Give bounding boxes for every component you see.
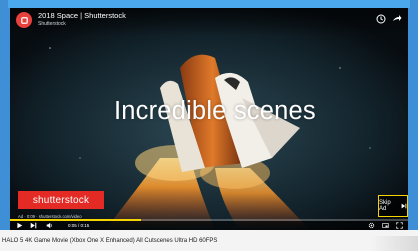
volume-icon[interactable] (46, 222, 53, 229)
frame-top-strip (8, 0, 410, 8)
video-title[interactable]: 2018 Space | Shutterstock (38, 11, 126, 20)
skip-ad-label: Skip Ad (379, 200, 391, 212)
play-icon[interactable] (16, 222, 23, 229)
player-controls: 0:05 / 0:15 (10, 221, 408, 230)
page-corner-shade (370, 236, 418, 251)
brand-badge[interactable]: shutterstock (18, 191, 104, 209)
next-icon[interactable] (30, 222, 37, 229)
video-page-title[interactable]: HALO 5 4K Game Movie (Xbox One X Enhance… (2, 238, 217, 244)
video-overlay-caption: Incredible scenes (114, 97, 316, 125)
video-player[interactable]: 2018 Space | Shutterstock Shutterstock I… (10, 8, 408, 230)
time-display: 0:05 / 0:15 (68, 222, 90, 228)
miniplayer-icon[interactable] (382, 222, 389, 229)
skip-next-icon (401, 203, 407, 209)
gear-icon[interactable] (368, 222, 375, 229)
clock-icon[interactable] (376, 14, 386, 24)
fullscreen-icon[interactable] (396, 222, 403, 229)
skip-ad-button[interactable]: Skip Ad (378, 195, 408, 217)
share-icon[interactable] (392, 14, 402, 24)
shutterstock-logo-icon[interactable] (16, 12, 32, 28)
channel-name: Shutterstock (38, 21, 66, 27)
